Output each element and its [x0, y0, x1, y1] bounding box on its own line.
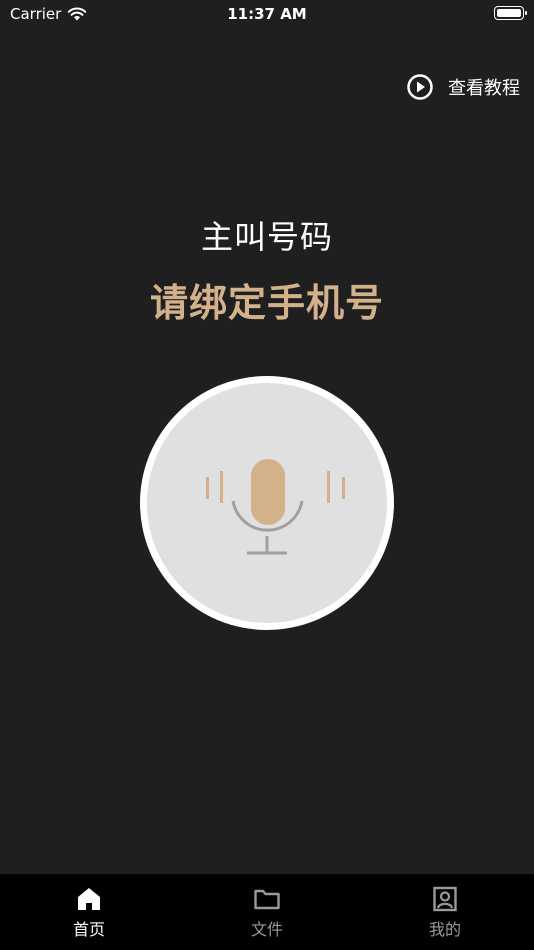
- bind-phone-prompt[interactable]: 请绑定手机号: [0, 272, 534, 327]
- tutorial-link[interactable]: 查看教程: [406, 73, 520, 101]
- tab-label: 文件: [250, 920, 283, 939]
- tab-mine[interactable]: 我的: [356, 874, 534, 950]
- folder-icon: [254, 889, 280, 910]
- tutorial-label: 查看教程: [448, 78, 520, 99]
- tab-files[interactable]: 文件: [178, 874, 356, 950]
- tab-home[interactable]: 首页: [0, 874, 178, 950]
- microphone-icon: [206, 459, 345, 555]
- tab-label: 首页: [72, 920, 105, 939]
- mic-button[interactable]: [140, 376, 394, 630]
- profile-icon: [433, 886, 457, 912]
- status-bar: Carrier 11:37 AM: [0, 0, 534, 28]
- mic-button-face: [147, 383, 387, 623]
- status-time: 11:37 AM: [227, 5, 307, 23]
- tab-label: 我的: [428, 920, 461, 939]
- caller-number-label: 主叫号码: [200, 218, 333, 256]
- battery-icon: [494, 6, 527, 20]
- tab-bar: 首页 文件 我的: [0, 874, 534, 950]
- screen: Carrier 11:37 AM 查看教程 主叫号码 请绑定手机号 首页 文件 …: [0, 0, 534, 950]
- play-circle-icon: [407, 74, 433, 100]
- home-icon: [78, 888, 100, 910]
